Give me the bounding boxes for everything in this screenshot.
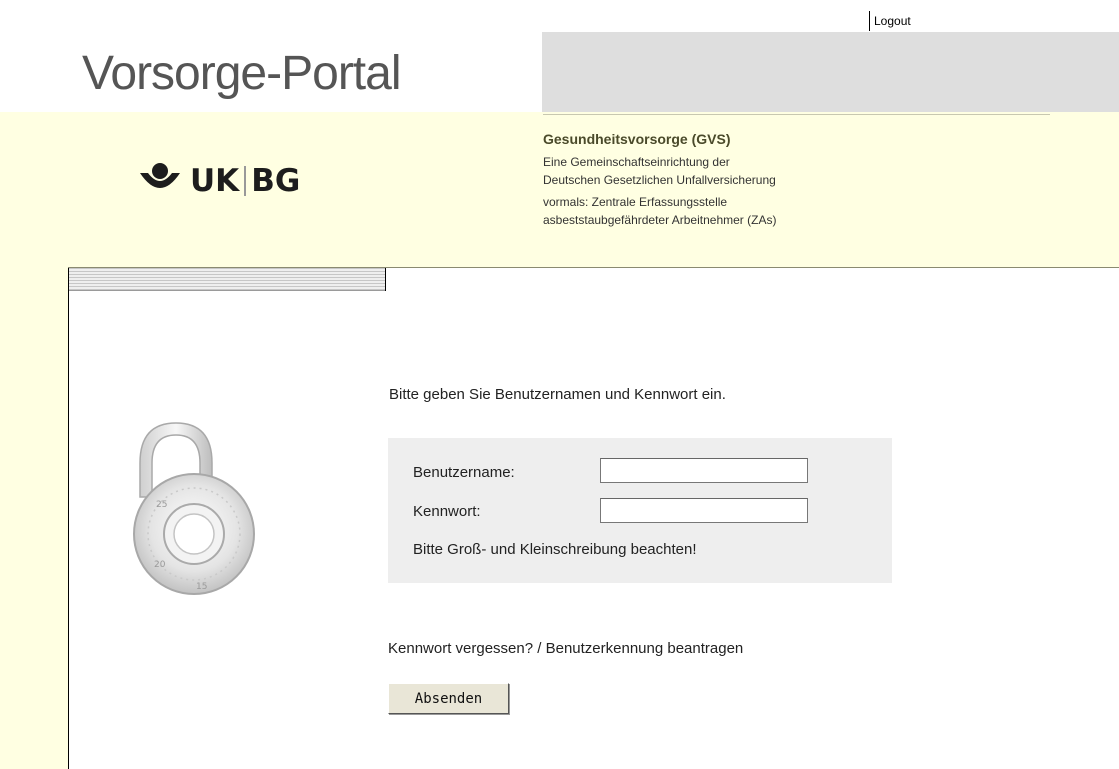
ukbg-logo-icon bbox=[138, 161, 182, 200]
login-prompt: Bitte geben Sie Benutzernamen und Kennwo… bbox=[389, 386, 726, 403]
link-separator: / bbox=[533, 640, 546, 657]
organization-line: asbeststaubgefährdeter Arbeitnehmer (ZAs… bbox=[543, 213, 777, 227]
submit-button[interactable]: Absenden bbox=[388, 683, 509, 714]
case-sensitivity-hint: Bitte Groß- und Kleinschreibung beachten… bbox=[413, 541, 697, 558]
password-input[interactable] bbox=[600, 498, 808, 523]
password-label: Kennwort: bbox=[413, 503, 481, 520]
brand-text-right: BG bbox=[251, 162, 301, 199]
brand-separator bbox=[244, 165, 247, 196]
account-links: Kennwort vergessen? / Benutzerkennung be… bbox=[388, 640, 743, 657]
left-margin-band bbox=[0, 268, 68, 769]
organization-line: Eine Gemeinschaftseinrichtung der bbox=[543, 155, 730, 169]
brand-text-left: UK bbox=[190, 162, 240, 199]
content-frame-border bbox=[68, 268, 69, 769]
organization-line: vormals: Zentrale Erfassungsstelle bbox=[543, 195, 728, 209]
page-title: Vorsorge-Portal bbox=[82, 47, 401, 100]
svg-text:15: 15 bbox=[196, 582, 207, 592]
request-account-link[interactable]: Benutzerkennung beantragen bbox=[546, 640, 744, 657]
login-panel: Benutzername: Kennwort: Bitte Groß- und … bbox=[388, 438, 892, 583]
content-tab-strip bbox=[69, 268, 385, 291]
tab-strip-edge bbox=[385, 268, 386, 291]
logout-link[interactable]: Logout bbox=[874, 14, 911, 28]
svg-text:25: 25 bbox=[156, 500, 167, 510]
header-banner bbox=[542, 32, 1119, 112]
username-label: Benutzername: bbox=[413, 464, 515, 481]
header-divider bbox=[543, 114, 1050, 115]
brand-wordmark: UK BG bbox=[190, 163, 300, 199]
forgot-password-link[interactable]: Kennwort vergessen? bbox=[388, 640, 533, 657]
username-input[interactable] bbox=[600, 458, 808, 483]
organization-title: Gesundheitsvorsorge (GVS) bbox=[543, 131, 731, 147]
organization-line: Deutschen Gesetzlichen Unfallversicherun… bbox=[543, 173, 776, 187]
organization-info: Gesundheitsvorsorge (GVS) Eine Gemeinsch… bbox=[543, 131, 943, 229]
svg-text:20: 20 bbox=[154, 560, 166, 570]
padlock-combination-icon: 25 20 15 bbox=[126, 419, 258, 606]
brand-logo: UK BG bbox=[138, 161, 300, 200]
logout-container: Logout bbox=[869, 11, 911, 31]
